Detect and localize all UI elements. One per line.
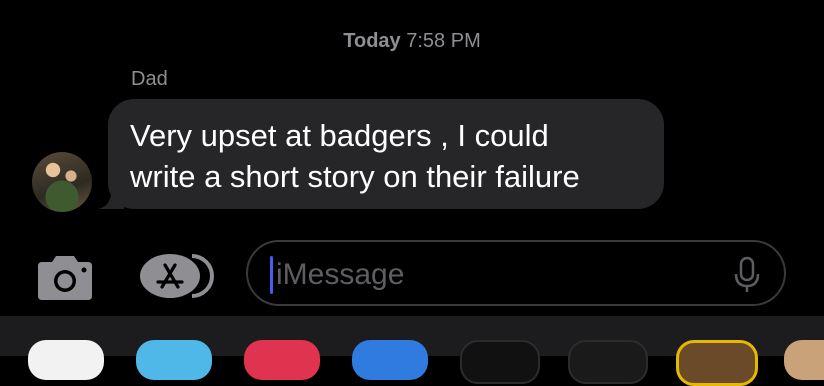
camera-icon[interactable] [34,254,96,300]
music-app-icon[interactable] [460,340,540,384]
message-input-placeholder: iMessage [276,258,405,291]
app-store-icon[interactable] [138,253,214,299]
message-text-line-1: Very upset at badgers , I could [130,118,549,153]
memoji-sticker-app-icon[interactable] [676,340,758,386]
photos-app-icon[interactable] [28,340,104,380]
digital-touch-app-icon[interactable] [244,340,320,380]
audio-app-icon[interactable] [352,340,428,380]
message-bubble[interactable]: Very upset at badgers , I could write a … [98,99,664,209]
sender-name: Dad [131,68,168,90]
memoji-app-icon[interactable] [136,340,212,380]
more-app-icon[interactable] [784,340,824,380]
fitness-app-icon[interactable] [568,340,648,384]
text-cursor [270,256,273,294]
message-text-line-2: write a short story on their failure [130,159,580,194]
avatar[interactable] [32,152,92,212]
microphone-icon[interactable] [734,256,760,294]
app-drawer [0,316,824,386]
timestamp-day: Today [343,30,401,52]
timestamp-time: 7:58 PM [406,30,481,52]
composer-toolbar: iMessage [0,238,824,310]
message-input[interactable]: iMessage [246,240,786,306]
message-timestamp: Today 7:58 PM [0,30,824,53]
